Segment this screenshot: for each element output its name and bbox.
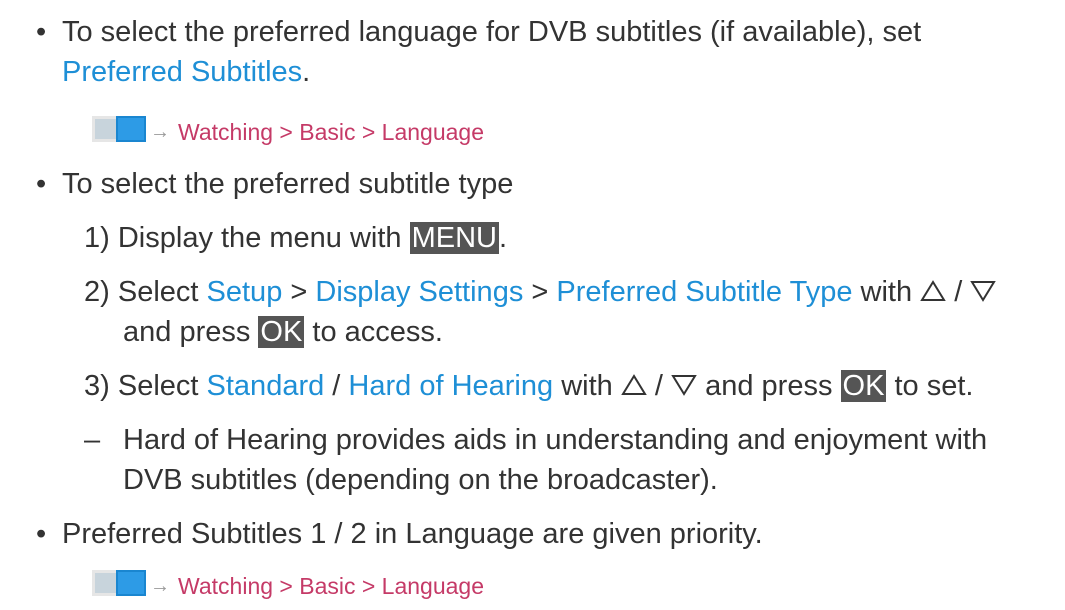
- link-display-settings[interactable]: Display Settings: [315, 276, 523, 308]
- slash: /: [332, 370, 341, 402]
- bullet-item-continuation: Preferred Subtitles.: [62, 52, 310, 92]
- step-3: 3) Select Standard / Hard of Hearing wit…: [84, 366, 973, 406]
- step-text: with: [860, 276, 913, 308]
- step-text: to set.: [894, 370, 974, 402]
- triangle-down-icon: [970, 281, 997, 302]
- menu-key-label: MENU: [409, 222, 499, 254]
- slash: /: [654, 370, 663, 402]
- step-2: 2) Select Setup > Display Settings > Pre…: [84, 272, 997, 312]
- step-number: 1): [84, 222, 110, 254]
- link-hard-of-hearing[interactable]: Hard of Hearing: [348, 370, 553, 402]
- bullet-text: To select the preferred language for DVB…: [62, 16, 922, 48]
- reference-path: Watching > Basic > Language: [178, 573, 485, 599]
- step-number: 3): [84, 370, 110, 402]
- period: .: [499, 222, 508, 254]
- step-number: 2): [84, 276, 110, 308]
- bullet-mark: •: [36, 518, 47, 550]
- reference-watching-basic-language[interactable]: → Watching > Basic > Language: [0, 112, 500, 152]
- triangle-up-icon: [621, 374, 647, 395]
- note-hard-of-hearing: –: [84, 420, 100, 460]
- reference-watching-basic-language-2[interactable]: → Watching > Basic > Language: [0, 566, 500, 606]
- step-text: and press: [705, 370, 833, 402]
- triangle-up-icon: [920, 280, 946, 301]
- step-text: Select: [117, 370, 199, 402]
- slash: /: [954, 276, 963, 308]
- note-dash: –: [84, 424, 101, 456]
- step-1: 1) Display the menu with MENU.: [84, 218, 507, 258]
- arrow-icon: →: [150, 575, 170, 597]
- period: .: [302, 56, 311, 88]
- arrow-icon: →: [150, 121, 170, 143]
- note-line-1: Hard of Hearing provides aids in underst…: [123, 424, 988, 456]
- step-2-continuation: and press OK to access.: [123, 312, 443, 352]
- reference-path: Watching > Basic > Language: [178, 119, 485, 145]
- step-text: Select: [117, 276, 199, 308]
- ok-key-label: OK: [258, 316, 305, 348]
- tv-icon: [92, 570, 146, 596]
- bullet-mark: •: [36, 168, 47, 200]
- step-text: Display the menu with: [117, 222, 402, 254]
- tv-icon: [92, 116, 146, 142]
- link-preferred-subtitle-type[interactable]: Preferred Subtitle Type: [556, 276, 852, 308]
- bullet-mark: •: [36, 16, 47, 48]
- step-text: to access.: [312, 316, 443, 348]
- link-standard[interactable]: Standard: [207, 370, 325, 402]
- bullet-text: To select the preferred subtitle type: [62, 168, 514, 200]
- step-text: with: [561, 370, 613, 402]
- bullet-text: Preferred Subtitles 1 / 2 in Language ar…: [62, 518, 763, 550]
- link-setup[interactable]: Setup: [207, 276, 283, 308]
- triangle-down-icon: [671, 375, 697, 396]
- step-text: and press: [123, 316, 251, 348]
- separator: >: [531, 276, 549, 308]
- note-line-2: DVB subtitles (depending on the broadcas…: [123, 464, 718, 496]
- ok-key-label: OK: [840, 370, 887, 402]
- separator: >: [290, 276, 308, 308]
- link-preferred-subtitles[interactable]: Preferred Subtitles: [62, 56, 302, 88]
